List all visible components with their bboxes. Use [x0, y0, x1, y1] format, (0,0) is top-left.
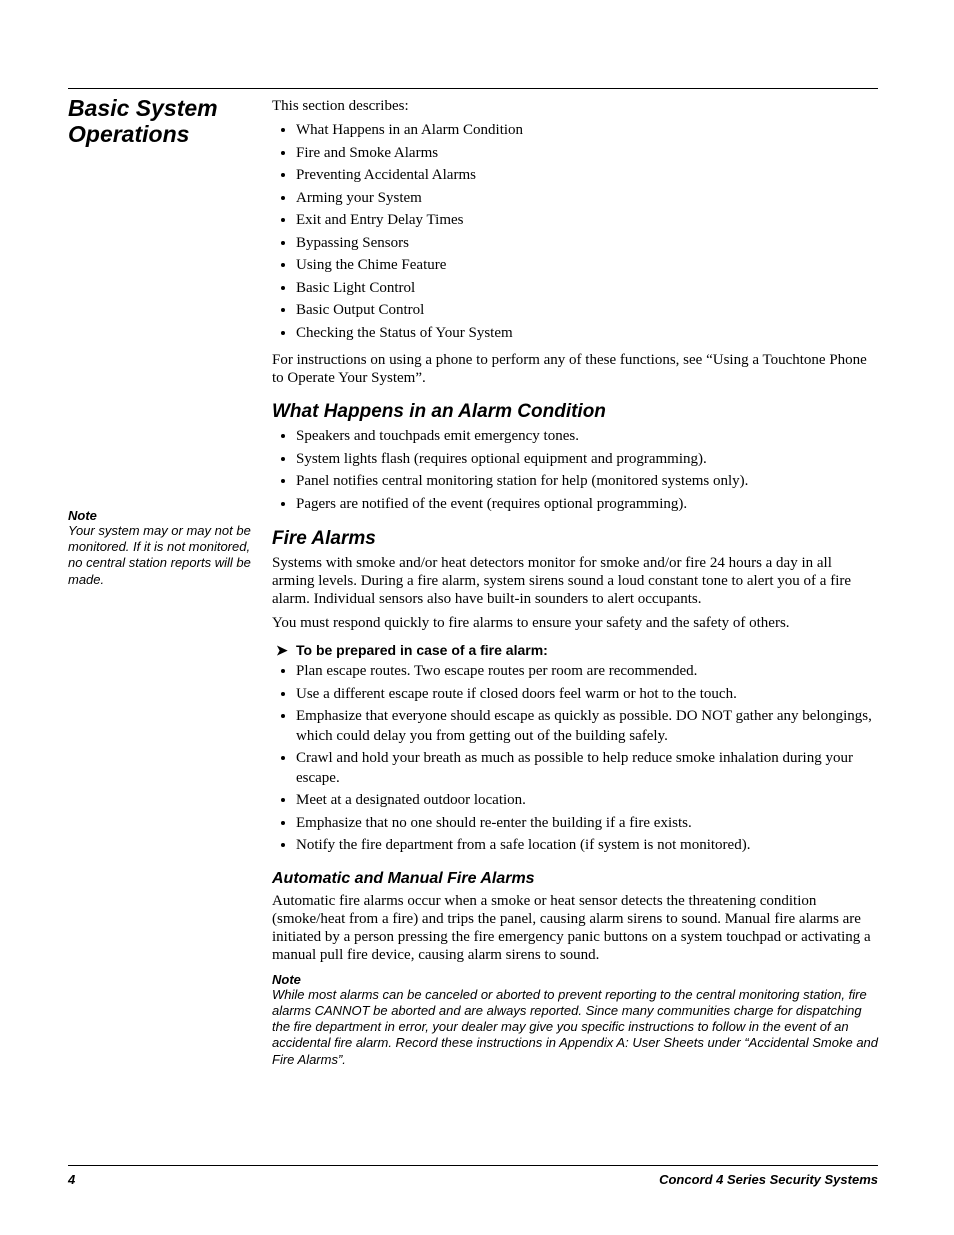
- list-item: Basic Output Control: [296, 301, 878, 321]
- product-name: Concord 4 Series Security Systems: [659, 1172, 878, 1187]
- subheading-alarm-condition: What Happens in an Alarm Condition: [272, 401, 878, 423]
- fire-para1: Systems with smoke and/or heat detectors…: [272, 554, 878, 608]
- inline-note: Note While most alarms can be canceled o…: [272, 972, 878, 1068]
- auto-manual-para: Automatic fire alarms occur when a smoke…: [272, 892, 878, 964]
- list-item: Speakers and touchpads emit emergency to…: [296, 427, 878, 447]
- list-item: Panel notifies central monitoring statio…: [296, 472, 878, 492]
- footer-rule: [68, 1165, 878, 1166]
- intro-line: This section describes:: [272, 97, 878, 115]
- page: Basic System Operations Note Your system…: [0, 0, 954, 1235]
- subheading-auto-manual: Automatic and Manual Fire Alarms: [272, 870, 878, 888]
- list-item: Notify the fire department from a safe l…: [296, 836, 878, 856]
- side-note-body: Your system may or may not be monitored.…: [68, 523, 264, 588]
- list-item: Crawl and hold your breath as much as po…: [296, 749, 878, 788]
- list-item: Fire and Smoke Alarms: [296, 144, 878, 164]
- list-item: Emphasize that everyone should escape as…: [296, 707, 878, 746]
- side-note-label: Note: [68, 508, 264, 523]
- list-item: Arming your System: [296, 189, 878, 209]
- checklist-lead: To be prepared in case of a fire alarm:: [272, 642, 878, 658]
- fire-checklist: Plan escape routes. Two escape routes pe…: [272, 662, 878, 856]
- page-number: 4: [68, 1172, 75, 1187]
- inline-note-body: While most alarms can be canceled or abo…: [272, 987, 878, 1068]
- list-item: Using the Chime Feature: [296, 256, 878, 276]
- footer-row: 4 Concord 4 Series Security Systems: [68, 1172, 878, 1187]
- list-item: Bypassing Sensors: [296, 234, 878, 254]
- footer: 4 Concord 4 Series Security Systems: [68, 1165, 878, 1187]
- alarm-condition-bullets: Speakers and touchpads emit emergency to…: [272, 427, 878, 514]
- list-item: Basic Light Control: [296, 279, 878, 299]
- fire-para2: You must respond quickly to fire alarms …: [272, 614, 878, 632]
- top-rule: [68, 88, 878, 89]
- content-grid: Basic System Operations Note Your system…: [68, 95, 878, 1068]
- subheading-fire-alarms: Fire Alarms: [272, 528, 878, 550]
- left-column: Basic System Operations Note Your system…: [68, 95, 264, 1068]
- list-item: Use a different escape route if closed d…: [296, 685, 878, 705]
- intro-after: For instructions on using a phone to per…: [272, 351, 878, 387]
- side-note: Note Your system may or may not be monit…: [68, 508, 264, 588]
- inline-note-label: Note: [272, 972, 878, 987]
- list-item: Exit and Entry Delay Times: [296, 211, 878, 231]
- list-item: Emphasize that no one should re-enter th…: [296, 814, 878, 834]
- list-item: Preventing Accidental Alarms: [296, 166, 878, 186]
- list-item: System lights flash (requires optional e…: [296, 450, 878, 470]
- list-item: Plan escape routes. Two escape routes pe…: [296, 662, 878, 682]
- list-item: Pagers are notified of the event (requir…: [296, 495, 878, 515]
- list-item: Meet at a designated outdoor location.: [296, 791, 878, 811]
- section-title: Basic System Operations: [68, 95, 264, 148]
- intro-bullets: What Happens in an Alarm Condition Fire …: [272, 121, 878, 343]
- right-column: This section describes: What Happens in …: [272, 95, 878, 1068]
- list-item: Checking the Status of Your System: [296, 324, 878, 344]
- list-item: What Happens in an Alarm Condition: [296, 121, 878, 141]
